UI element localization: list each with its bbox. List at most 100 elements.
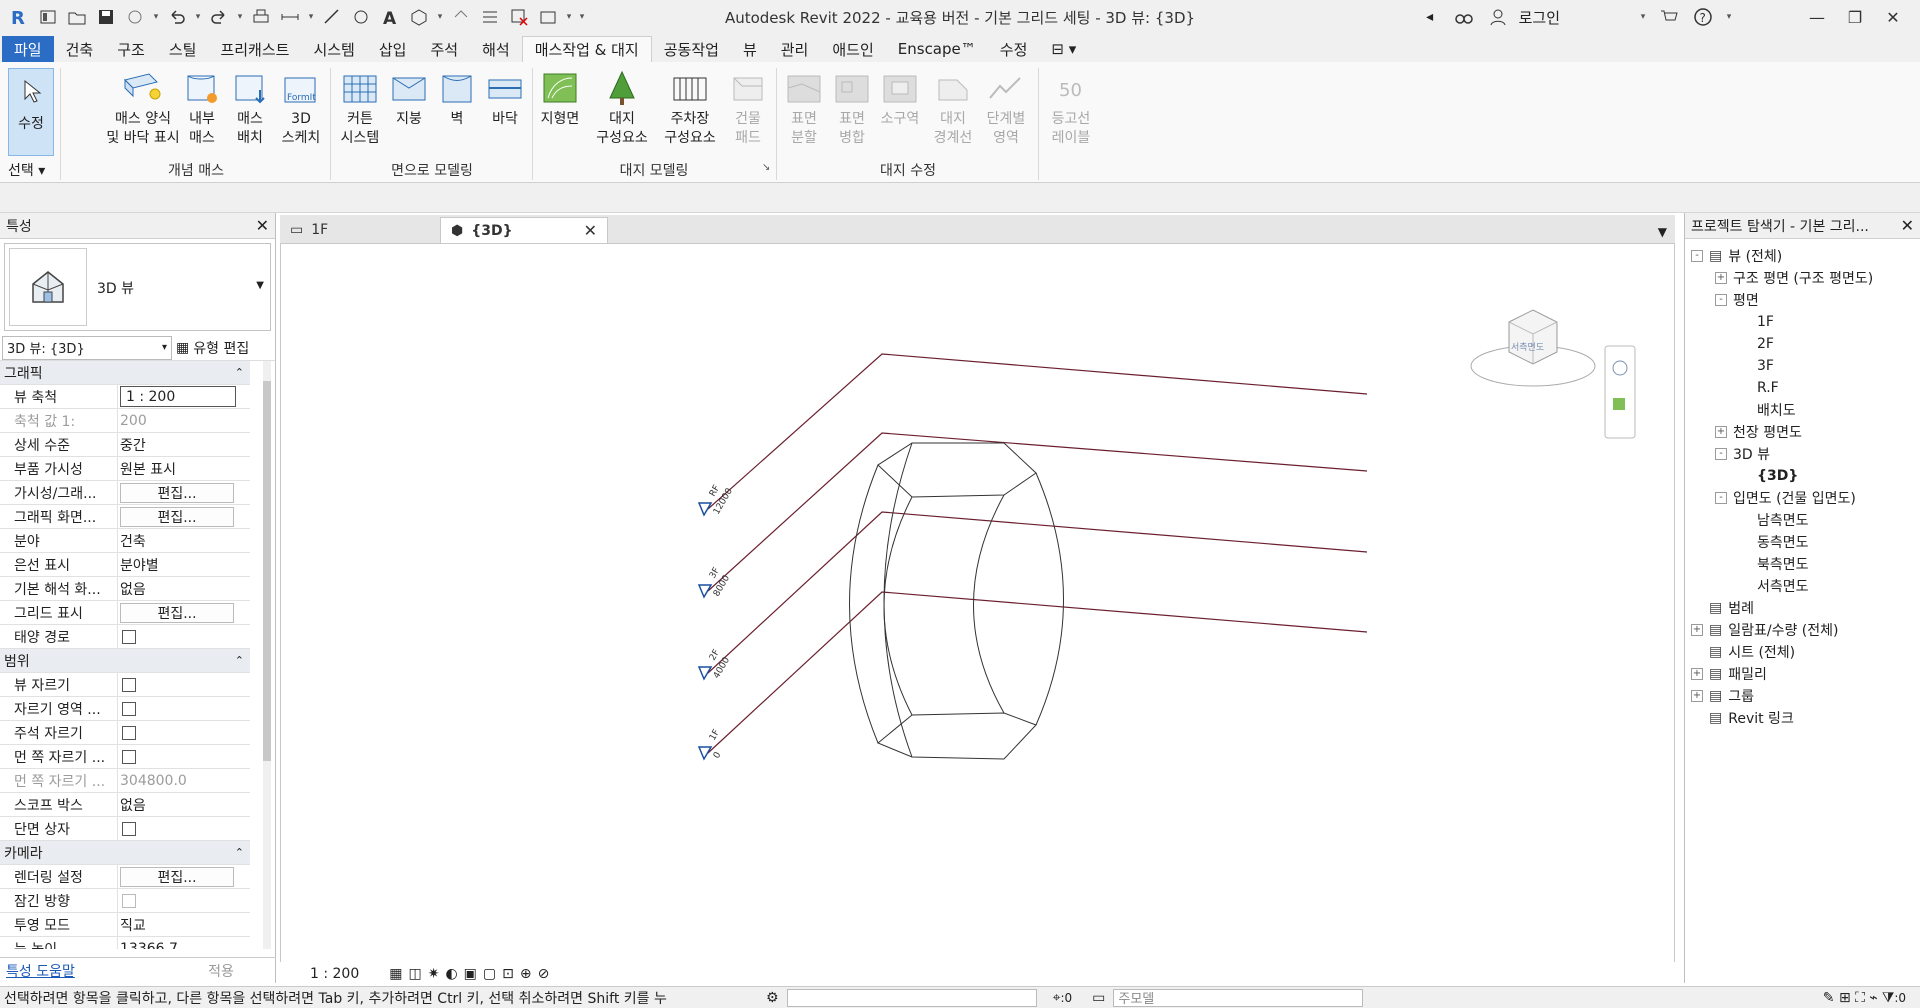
tree-item[interactable]: - ▤ 뷰 (전체) bbox=[1691, 245, 1782, 267]
collapse-icon[interactable]: - bbox=[1715, 492, 1727, 504]
collapse-icon[interactable]: ⌃ bbox=[230, 361, 250, 384]
wall-by-face-button[interactable]: 벽 bbox=[434, 66, 480, 129]
tab-7[interactable]: 주석 bbox=[418, 36, 470, 62]
thin-lines-icon[interactable] bbox=[477, 5, 503, 29]
tab-list-dropdown-icon[interactable]: ▼ bbox=[1658, 225, 1667, 239]
close-tab-icon[interactable]: ✕ bbox=[584, 221, 597, 240]
parking-component-button[interactable]: 주차장 구성요소 bbox=[654, 66, 726, 148]
workset-selector[interactable] bbox=[786, 988, 1037, 1007]
tree-item[interactable]: + ▤ 일람표/수량 (전체) bbox=[1691, 619, 1839, 641]
sun-path-icon[interactable]: ✷ bbox=[428, 966, 440, 982]
tab-13[interactable]: 애드인 bbox=[820, 36, 885, 62]
merge-surface-button[interactable]: 표면 병합 bbox=[828, 66, 876, 148]
tree-item[interactable]: 서측면도 bbox=[1739, 575, 1809, 597]
edit-type-button[interactable]: ▦ 유형 편집 bbox=[176, 338, 249, 358]
help-icon[interactable]: ? bbox=[1690, 5, 1716, 29]
model-selector[interactable]: 주모델 bbox=[1113, 988, 1364, 1007]
tab-12[interactable]: 관리 bbox=[769, 36, 821, 62]
tab-1[interactable]: 건축 bbox=[54, 36, 106, 62]
property-checkbox[interactable] bbox=[122, 701, 136, 716]
temp-hide-icon[interactable]: ⊘ bbox=[538, 966, 550, 982]
property-value[interactable]: 분야별 bbox=[118, 553, 250, 576]
curtain-system-button[interactable]: 커튼 시스템 bbox=[336, 66, 384, 148]
ribbon-minimize-icon[interactable]: ⊟ ▾ bbox=[1039, 36, 1088, 62]
login-label[interactable]: 로그인 bbox=[1519, 7, 1560, 28]
chevron-down-icon[interactable]: ▼ bbox=[256, 280, 264, 291]
property-input[interactable]: 1 : 200 bbox=[120, 386, 236, 407]
inplace-mass-button[interactable]: 내부 매스 bbox=[178, 66, 226, 148]
graded-region-button[interactable]: 단계별 영역 bbox=[980, 66, 1032, 148]
switch-windows-icon[interactable] bbox=[535, 5, 561, 29]
show-crop-icon[interactable]: ⊡ bbox=[502, 966, 514, 982]
label-contours-button[interactable]: 50 등고선 레이블 bbox=[1044, 66, 1098, 148]
tree-item[interactable]: + ▤ 그룹 bbox=[1691, 685, 1754, 707]
floor-by-face-button[interactable]: 바닥 bbox=[482, 66, 528, 129]
sketch-3d-button[interactable]: FormIt 3D 스케치 bbox=[276, 66, 326, 148]
tree-item[interactable]: ▤ 범례 bbox=[1691, 597, 1754, 619]
level-head[interactable]: 3F8000 bbox=[697, 566, 732, 599]
split-surface-button[interactable]: 표면 분할 bbox=[780, 66, 828, 148]
level-head[interactable]: RF12000 bbox=[697, 484, 735, 517]
3d-viewport[interactable]: RF 12000 3F 8000 2F 4000 1F 0 서측면도 bbox=[280, 243, 1675, 983]
cart-icon[interactable] bbox=[1656, 5, 1682, 29]
section-icon[interactable] bbox=[448, 5, 474, 29]
save-icon[interactable] bbox=[93, 5, 119, 29]
toposurface-button[interactable]: 지형면 bbox=[536, 66, 584, 129]
detail-level-icon[interactable]: ▦ bbox=[389, 966, 402, 982]
tree-item[interactable]: R.F bbox=[1739, 377, 1779, 399]
print-icon[interactable] bbox=[248, 5, 274, 29]
status-tools-icon[interactable]: ✎ ⊞ ⛶ ⌁ bbox=[1823, 990, 1878, 1006]
property-value[interactable]: 직교 bbox=[118, 913, 250, 936]
property-checkbox[interactable] bbox=[122, 749, 136, 764]
redo-icon[interactable] bbox=[206, 5, 232, 29]
user-icon[interactable] bbox=[1485, 5, 1511, 29]
restore-button[interactable]: ❐ bbox=[1840, 8, 1870, 27]
expand-icon[interactable]: + bbox=[1715, 272, 1727, 284]
minimize-button[interactable]: — bbox=[1802, 8, 1832, 27]
tab-0[interactable]: 파일 bbox=[2, 36, 54, 62]
roof-by-face-button[interactable]: 지붕 bbox=[386, 66, 432, 129]
property-value[interactable]: 없음 bbox=[118, 793, 250, 816]
tree-item[interactable]: 동측면도 bbox=[1739, 531, 1809, 553]
place-mass-button[interactable]: 매스 배치 bbox=[226, 66, 274, 148]
property-checkbox[interactable] bbox=[122, 725, 136, 740]
tab-8[interactable]: 해석 bbox=[470, 36, 522, 62]
property-checkbox[interactable] bbox=[122, 677, 136, 692]
undo-icon[interactable] bbox=[164, 5, 190, 29]
tab-11[interactable]: 뷰 bbox=[731, 36, 769, 62]
tree-item[interactable]: ▤ 시트 (전체) bbox=[1691, 641, 1795, 663]
3d-model-canvas[interactable]: RF12000 3F8000 2F4000 1F 0 서측면도 bbox=[281, 244, 1674, 959]
tree-item[interactable]: + 천장 평면도 bbox=[1715, 421, 1802, 443]
default-3d-view-icon[interactable] bbox=[406, 5, 432, 29]
apply-button[interactable]: 적용 bbox=[172, 961, 270, 981]
close-icon[interactable]: ✕ bbox=[1901, 216, 1914, 235]
tree-item[interactable]: ▤ Revit 링크 bbox=[1691, 707, 1794, 729]
property-line-button[interactable]: 대지 경계선 bbox=[928, 66, 978, 148]
tree-item[interactable]: 북측면도 bbox=[1739, 553, 1809, 575]
subregion-button[interactable]: 소구역 bbox=[876, 66, 924, 129]
tab-15[interactable]: 수정 bbox=[988, 36, 1040, 62]
tab-14[interactable]: Enscape™ bbox=[886, 36, 988, 62]
property-section[interactable]: 카메라 ⌃ bbox=[0, 841, 250, 865]
lock-view-icon[interactable]: ⊕ bbox=[520, 966, 532, 982]
property-value[interactable]: 원본 표시 bbox=[118, 457, 250, 480]
tab-5[interactable]: 시스템 bbox=[301, 36, 366, 62]
type-selector[interactable]: 3D 뷰 ▼ bbox=[4, 243, 271, 331]
arrow-left-icon[interactable]: ◂ bbox=[1417, 5, 1443, 29]
sync-icon[interactable] bbox=[122, 5, 148, 29]
filter-icon[interactable]: ⧩ bbox=[1882, 990, 1895, 1006]
tree-item[interactable]: -3D 뷰 bbox=[1715, 443, 1770, 465]
collapse-icon[interactable]: - bbox=[1715, 294, 1727, 306]
edit-button[interactable]: 편집... bbox=[120, 506, 234, 527]
collapse-icon[interactable]: ⌃ bbox=[230, 649, 250, 672]
tab-3[interactable]: 스틸 bbox=[157, 36, 209, 62]
visual-style-icon[interactable]: ◫ bbox=[408, 966, 421, 982]
tag-icon[interactable] bbox=[348, 5, 374, 29]
binoculars-icon[interactable] bbox=[1451, 5, 1477, 29]
workset-icon[interactable]: ⚙ bbox=[766, 990, 779, 1006]
view-tab-1f[interactable]: ▭ 1F bbox=[280, 217, 440, 243]
view-scale[interactable]: 1 : 200 bbox=[310, 966, 359, 982]
property-checkbox[interactable] bbox=[122, 893, 136, 908]
expand-icon[interactable]: + bbox=[1691, 668, 1703, 680]
tree-item[interactable]: + ▤ 패밀리 bbox=[1691, 663, 1767, 685]
